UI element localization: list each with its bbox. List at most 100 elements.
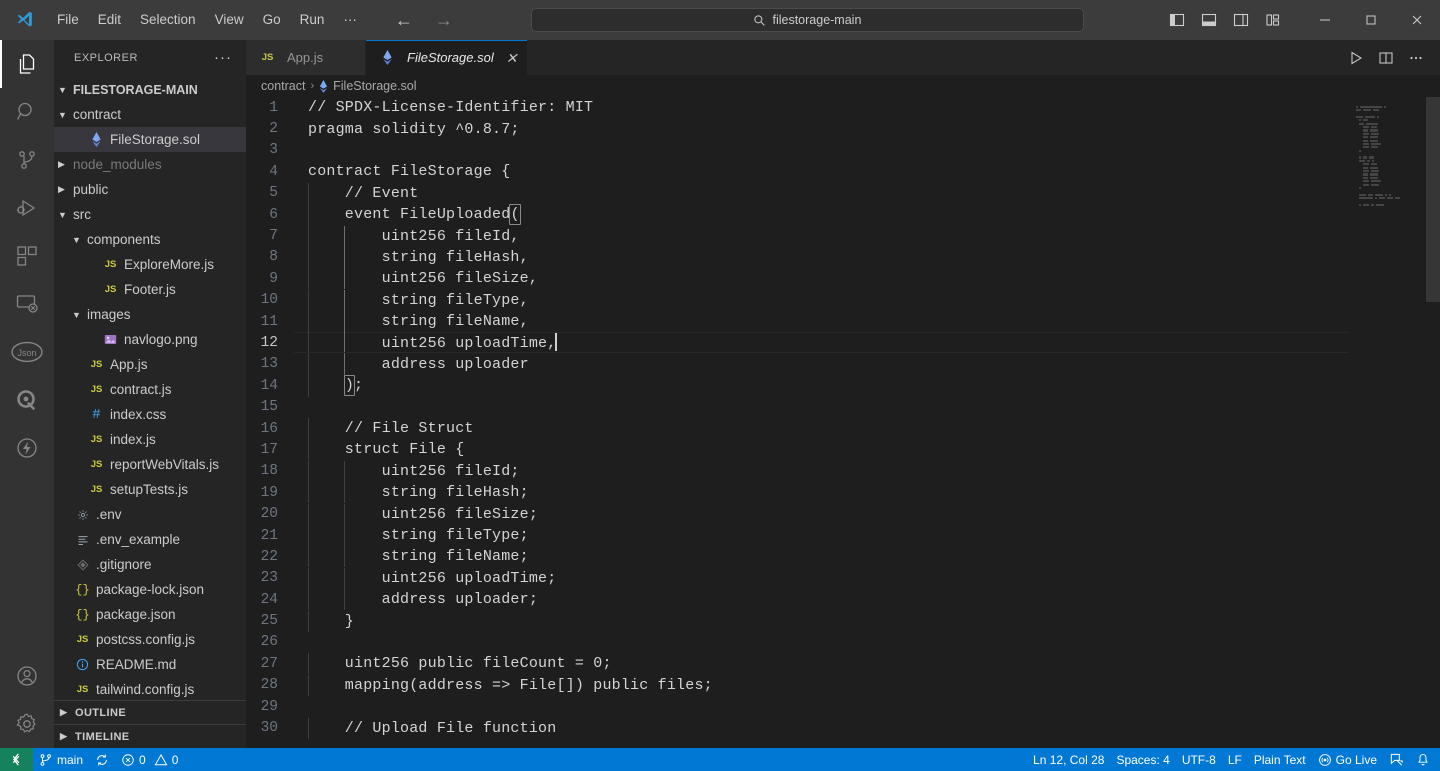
code-text[interactable]: string fileName; bbox=[294, 546, 1348, 568]
status-encoding[interactable]: UTF-8 bbox=[1176, 748, 1222, 771]
activity-amazon-q[interactable] bbox=[0, 376, 54, 424]
split-editor-button[interactable] bbox=[1372, 44, 1400, 72]
breadcrumb-item-contract[interactable]: contract bbox=[261, 79, 305, 93]
tree-item-filestorage-sol[interactable]: FileStorage.sol bbox=[54, 127, 246, 152]
code-editor[interactable]: 1 // SPDX-License-Identifier: MIT 2 pragma … bbox=[246, 97, 1440, 748]
activity-search[interactable] bbox=[0, 88, 54, 136]
tree-item-index-js[interactable]: JS index.js bbox=[54, 427, 246, 452]
code-text[interactable]: string fileType, bbox=[294, 289, 1348, 311]
code-text[interactable]: uint256 fileSize, bbox=[294, 268, 1348, 290]
tree-item-app-js[interactable]: JS App.js bbox=[54, 352, 246, 377]
tab-app-js[interactable]: JS App.js bbox=[246, 40, 366, 75]
status-problems[interactable]: 0 0 bbox=[115, 748, 184, 771]
code-text[interactable]: ); bbox=[294, 374, 1348, 398]
code-text[interactable]: mapping(address => File[]) public files; bbox=[294, 674, 1348, 696]
status-language-mode[interactable]: Plain Text bbox=[1248, 748, 1312, 771]
status-indentation[interactable]: Spaces: 4 bbox=[1110, 748, 1175, 771]
status-eol[interactable]: LF bbox=[1222, 748, 1248, 771]
command-center[interactable]: filestorage-main bbox=[530, 8, 1084, 32]
toggle-panel-button[interactable] bbox=[1194, 6, 1224, 34]
tab-filestorage-sol[interactable]: FileStorage.sol ✕ bbox=[366, 40, 529, 75]
activity-thunder-client[interactable] bbox=[0, 424, 54, 472]
activity-extensions[interactable] bbox=[0, 232, 54, 280]
tree-root-filestorage-main[interactable]: ▼ FILESTORAGE-MAIN bbox=[54, 77, 246, 102]
tree-item-package-json[interactable]: {} package.json bbox=[54, 602, 246, 627]
editor-scrollbar[interactable] bbox=[1426, 97, 1440, 748]
maximize-window-button[interactable] bbox=[1348, 0, 1394, 40]
tree-item-public[interactable]: ▶ public bbox=[54, 177, 246, 202]
tree-item-index-css[interactable]: # index.css bbox=[54, 402, 246, 427]
tree-item-package-lock-json[interactable]: {} package-lock.json bbox=[54, 577, 246, 602]
tree-item-env-example[interactable]: .env_example bbox=[54, 527, 246, 552]
menu-selection[interactable]: Selection bbox=[131, 7, 205, 33]
code-text[interactable]: uint256 fileId, bbox=[294, 225, 1348, 247]
code-text[interactable]: pragma solidity ^0.8.7; bbox=[294, 121, 1348, 138]
editor-scrollbar-thumb[interactable] bbox=[1426, 97, 1440, 302]
activity-remote-explorer[interactable] bbox=[0, 280, 54, 328]
menu-go[interactable]: Go bbox=[254, 7, 290, 33]
code-text[interactable]: string fileName, bbox=[294, 311, 1348, 333]
code-text[interactable]: struct File { bbox=[294, 439, 1348, 461]
code-text[interactable]: uint256 fileId; bbox=[294, 460, 1348, 482]
activity-json-viewer[interactable]: Json bbox=[0, 328, 54, 376]
code-text[interactable]: // Event bbox=[294, 182, 1348, 204]
tree-item-exploremore-js[interactable]: JS ExploreMore.js bbox=[54, 252, 246, 277]
status-remote-indicator[interactable] bbox=[0, 748, 33, 771]
tree-item-contract[interactable]: ▼ contract bbox=[54, 102, 246, 127]
code-text[interactable]: uint256 fileSize; bbox=[294, 503, 1348, 525]
code-text[interactable]: string fileHash, bbox=[294, 246, 1348, 268]
tree-item-src[interactable]: ▼ src bbox=[54, 202, 246, 227]
customize-layout-button[interactable] bbox=[1258, 6, 1288, 34]
minimize-window-button[interactable] bbox=[1302, 0, 1348, 40]
status-cursor-position[interactable]: Ln 12, Col 28 bbox=[1027, 748, 1110, 771]
code-text[interactable]: contract FileStorage { bbox=[294, 163, 1348, 180]
menu-edit[interactable]: Edit bbox=[89, 7, 130, 33]
tree-item-components[interactable]: ▼ components bbox=[54, 227, 246, 252]
activity-run-debug[interactable] bbox=[0, 184, 54, 232]
toggle-primary-sidebar-button[interactable] bbox=[1162, 6, 1192, 34]
tree-item-footer-js[interactable]: JS Footer.js bbox=[54, 277, 246, 302]
minimap[interactable] bbox=[1348, 97, 1440, 748]
sidebar-section-timeline[interactable]: ▶ TIMELINE bbox=[54, 724, 246, 748]
run-code-button[interactable] bbox=[1342, 44, 1370, 72]
tree-item-gitignore[interactable]: .gitignore bbox=[54, 552, 246, 577]
code-text[interactable]: uint256 uploadTime; bbox=[294, 567, 1348, 589]
code-text[interactable]: string fileHash; bbox=[294, 482, 1348, 504]
code-text[interactable]: // File Struct bbox=[294, 418, 1348, 440]
tree-item-env[interactable]: .env bbox=[54, 502, 246, 527]
tree-item-postcss-config-js[interactable]: JS postcss.config.js bbox=[54, 627, 246, 652]
breadcrumb-item-filestorage-sol[interactable]: FileStorage.sol bbox=[333, 79, 416, 93]
code-text[interactable]: } bbox=[294, 610, 1348, 632]
code-text[interactable]: address uploader bbox=[294, 353, 1348, 375]
code-text[interactable]: uint256 uploadTime, bbox=[294, 331, 1348, 355]
tree-item-images[interactable]: ▼ images bbox=[54, 302, 246, 327]
close-icon[interactable]: ✕ bbox=[506, 51, 518, 65]
sidebar-section-outline[interactable]: ▶ OUTLINE bbox=[54, 700, 246, 724]
status-branch[interactable]: main bbox=[33, 748, 89, 771]
code-text[interactable]: // Upload File function bbox=[294, 717, 1348, 739]
close-window-button[interactable] bbox=[1394, 0, 1440, 40]
activity-explorer[interactable] bbox=[0, 40, 54, 88]
tree-item-readme-md[interactable]: README.md bbox=[54, 652, 246, 677]
back-arrow-icon[interactable]: ← bbox=[395, 11, 413, 29]
tree-item-setuptests-js[interactable]: JS setupTests.js bbox=[54, 477, 246, 502]
status-go-live[interactable]: Go Live bbox=[1312, 748, 1383, 771]
code-text[interactable]: // SPDX-License-Identifier: MIT bbox=[294, 99, 1348, 116]
tree-item-navlogo-png[interactable]: navlogo.png bbox=[54, 327, 246, 352]
forward-arrow-icon[interactable]: → bbox=[435, 11, 453, 29]
activity-accounts[interactable] bbox=[0, 652, 54, 700]
toggle-secondary-sidebar-button[interactable] bbox=[1226, 6, 1256, 34]
sidebar-more-actions-button[interactable]: ··· bbox=[208, 49, 238, 66]
menu-run[interactable]: Run bbox=[291, 7, 334, 33]
tree-item-contract-js[interactable]: JS contract.js bbox=[54, 377, 246, 402]
menu-file[interactable]: File bbox=[48, 7, 88, 33]
menu-view[interactable]: View bbox=[206, 7, 253, 33]
code-text[interactable]: uint256 public fileCount = 0; bbox=[294, 653, 1348, 675]
tree-item-reportwebvitals-js[interactable]: JS reportWebVitals.js bbox=[54, 452, 246, 477]
status-feedback[interactable] bbox=[1383, 748, 1410, 771]
code-text[interactable]: address uploader; bbox=[294, 589, 1348, 611]
tree-item-tailwind-config-js[interactable]: JS tailwind.config.js bbox=[54, 677, 246, 700]
status-notifications[interactable] bbox=[1410, 748, 1436, 771]
more-actions-button[interactable] bbox=[1402, 44, 1430, 72]
menu-more[interactable]: ··· bbox=[334, 7, 366, 33]
